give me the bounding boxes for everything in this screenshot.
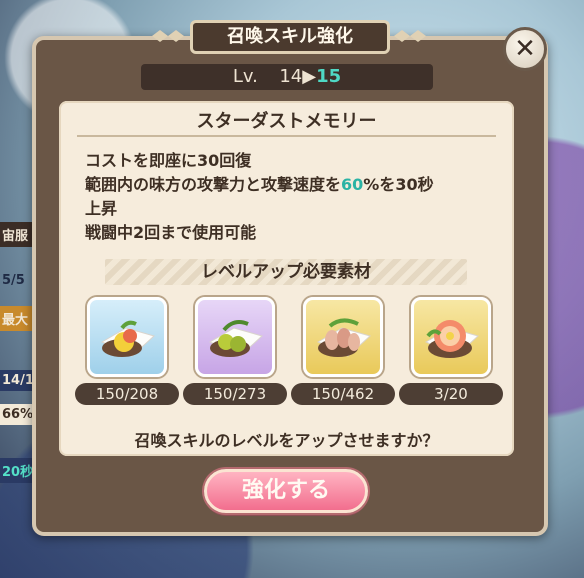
desc-highlight-value: 60 — [341, 175, 364, 194]
side-panel-text: 5/5 — [2, 273, 25, 288]
side-panel-text: 20秒 — [0, 458, 36, 483]
desc-line: 範囲内の味方の攻撃力と攻撃速度を60%を30秒 — [85, 173, 495, 197]
title-ornament-right — [394, 30, 426, 42]
side-panel-text: 66% — [0, 404, 36, 425]
level-indicator: Lv. 14▶15 — [141, 64, 433, 90]
bean-dish-icon — [303, 297, 383, 377]
material-item[interactable]: 150/462 — [289, 297, 395, 409]
skill-panel: スターダストメモリー コストを即座に30回復 範囲内の味方の攻撃力と攻撃速度を6… — [59, 101, 514, 456]
desc-line: 戦闘中2回まで使用可能 — [85, 223, 257, 242]
material-item[interactable]: 3/20 — [397, 297, 503, 409]
level-current: 14 — [279, 66, 303, 87]
dialog-title: 召喚スキル強化 — [190, 20, 390, 54]
material-count: 150/273 — [183, 383, 287, 405]
side-panel-text: 14/1 — [0, 370, 36, 391]
desc-line: コストを即座に30回復 — [85, 151, 252, 170]
skill-name: スターダストメモリー — [196, 111, 377, 132]
confirm-question: 召喚スキルのレベルをアップさせますか？ — [134, 431, 439, 450]
desc-text: %を30秒 — [363, 175, 434, 194]
close-icon: ✕ — [514, 34, 536, 64]
side-panel-text: 最大 — [0, 306, 36, 331]
material-item[interactable]: 150/273 — [181, 297, 287, 409]
material-count: 150/462 — [291, 383, 395, 405]
desc-line: 上昇 — [85, 199, 118, 218]
side-panel-text: 宙服 — [0, 222, 36, 247]
level-prefix: Lv. — [232, 66, 258, 87]
lemon-dish-icon — [87, 297, 167, 377]
level-arrow-icon: ▶ — [302, 66, 317, 87]
materials-list: 150/208 150/273 150/462 3/20 — [73, 297, 503, 409]
background-side-panel: 宙服 5/5 最大 14/1 66% 20秒 — [0, 222, 36, 492]
material-count: 3/20 — [399, 383, 503, 405]
title-ornament-left — [152, 30, 184, 42]
desc-text: 範囲内の味方の攻撃力と攻撃速度を — [85, 175, 342, 194]
level-next: 15 — [316, 66, 342, 87]
close-button[interactable]: ✕ — [503, 27, 547, 71]
flower-dish-icon — [411, 297, 491, 377]
skill-description: コストを即座に30回復 範囲内の味方の攻撃力と攻撃速度を60%を30秒 上昇 戦… — [85, 149, 495, 245]
olive-dish-icon — [195, 297, 275, 377]
material-count: 150/208 — [75, 383, 179, 405]
materials-header: レベルアップ必要素材 — [105, 259, 467, 285]
material-item[interactable]: 150/208 — [73, 297, 179, 409]
enhance-button[interactable]: 強化する — [204, 469, 368, 513]
divider — [77, 135, 496, 137]
